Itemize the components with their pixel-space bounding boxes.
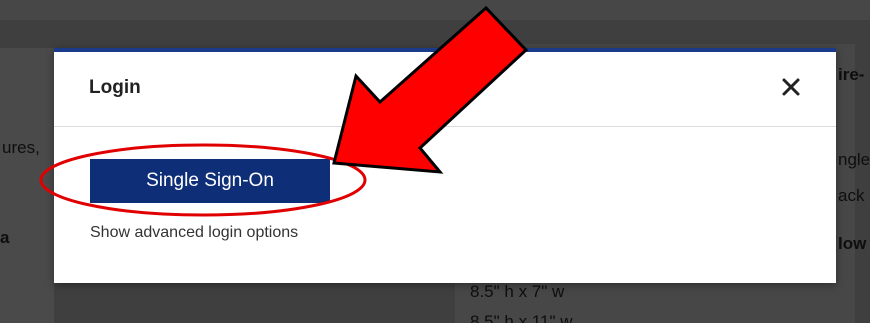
background-text: ire- (838, 65, 865, 84)
single-sign-on-button[interactable]: Single Sign-On (90, 159, 330, 203)
background-text: a (0, 228, 10, 247)
background-text: ures, (2, 138, 40, 157)
background-text: ack (838, 186, 865, 205)
close-icon[interactable] (776, 72, 806, 102)
close-button[interactable] (776, 72, 806, 102)
background-text: ngle (838, 150, 870, 169)
modal-title: Login (89, 77, 141, 98)
background-text: low (838, 234, 867, 253)
modal-header: Login (54, 52, 836, 127)
background-header (0, 0, 870, 20)
login-modal: Login Single Sign-On Show advanced login… (54, 48, 836, 283)
background-text: 8.5" h x 11" w (470, 312, 573, 323)
background-panel-left (0, 48, 54, 323)
advanced-login-options-link[interactable]: Show advanced login options (90, 224, 298, 242)
background-text: 8.5" h x 7" w (470, 282, 565, 301)
screen: ures, a ire- ngle ack low 8.5" h x 7" w … (0, 0, 870, 323)
